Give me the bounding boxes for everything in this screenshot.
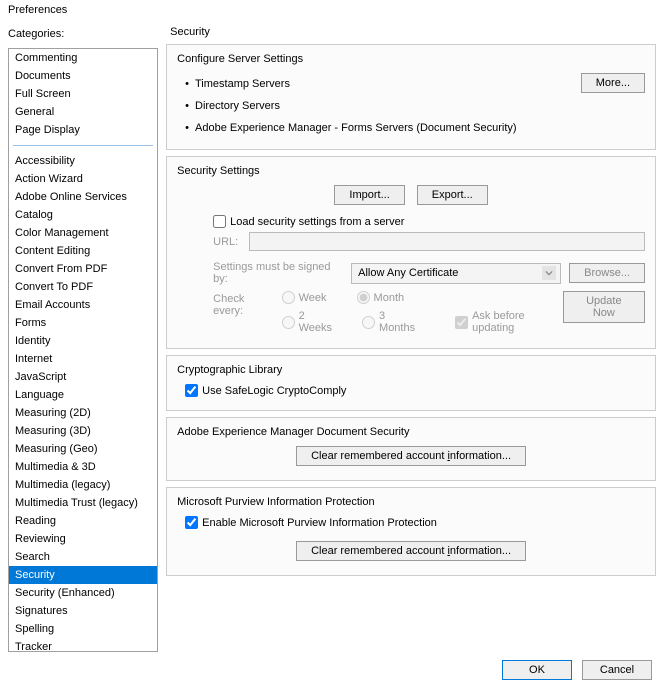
sidebar-item-measuring-3d-[interactable]: Measuring (3D) xyxy=(9,422,157,440)
sidebar-item-action-wizard[interactable]: Action Wizard xyxy=(9,170,157,188)
sidebar-item-commenting[interactable]: Commenting xyxy=(9,49,157,67)
sidebar-item-convert-to-pdf[interactable]: Convert To PDF xyxy=(9,278,157,296)
window-title: Preferences xyxy=(0,0,664,20)
sidebar-item-measuring-2d-[interactable]: Measuring (2D) xyxy=(9,404,157,422)
sidebar-item-email-accounts[interactable]: Email Accounts xyxy=(9,296,157,314)
sidebar-separator xyxy=(13,145,153,146)
import-button[interactable]: Import... xyxy=(334,185,404,205)
panel-title: Security xyxy=(170,26,656,38)
ask-before-checkbox: Ask before updating xyxy=(455,310,547,334)
signed-by-select: Allow Any Certificate xyxy=(351,263,561,284)
dialog-footer: OK Cancel xyxy=(0,652,664,688)
signed-by-value: Allow Any Certificate xyxy=(358,267,458,279)
load-from-server-label: Load security settings from a server xyxy=(230,216,404,228)
sidebar-item-full-screen[interactable]: Full Screen xyxy=(9,85,157,103)
server-item-timestamp: •Timestamp Servers xyxy=(177,73,645,95)
radio-month: Month xyxy=(357,291,405,304)
categories-label: Categories: xyxy=(8,24,158,44)
url-label: URL: xyxy=(213,236,241,248)
sidebar-item-page-display[interactable]: Page Display xyxy=(9,121,157,139)
categories-list[interactable]: CommentingDocumentsFull ScreenGeneralPag… xyxy=(8,48,158,652)
signed-by-label: Settings must be signed by: xyxy=(213,261,343,285)
sidebar-item-color-management[interactable]: Color Management xyxy=(9,224,157,242)
sidebar-item-spelling[interactable]: Spelling xyxy=(9,620,157,638)
load-from-server-input[interactable] xyxy=(213,215,226,228)
safelogic-input[interactable] xyxy=(185,384,198,397)
sidebar-item-accessibility[interactable]: Accessibility xyxy=(9,152,157,170)
radio-3months-input xyxy=(362,316,375,329)
group-crypto-title: Cryptographic Library xyxy=(177,364,645,376)
sidebar-item-catalog[interactable]: Catalog xyxy=(9,206,157,224)
sidebar-item-forms[interactable]: Forms xyxy=(9,314,157,332)
group-security-settings: Security Settings Import... Export... Lo… xyxy=(166,156,656,349)
sidebar-item-multimedia-3d[interactable]: Multimedia & 3D xyxy=(9,458,157,476)
server-item-label: Directory Servers xyxy=(195,100,280,112)
update-now-button: Update Now xyxy=(563,291,645,323)
group-aem: Adobe Experience Manager Document Securi… xyxy=(166,417,656,481)
sidebar-item-search[interactable]: Search xyxy=(9,548,157,566)
group-security-title: Security Settings xyxy=(177,165,645,177)
group-mpip: Microsoft Purview Information Protection… xyxy=(166,487,656,576)
sidebar-item-javascript[interactable]: JavaScript xyxy=(9,368,157,386)
group-aem-title: Adobe Experience Manager Document Securi… xyxy=(177,426,645,438)
sidebar-item-language[interactable]: Language xyxy=(9,386,157,404)
sidebar-item-reading[interactable]: Reading xyxy=(9,512,157,530)
sidebar-item-documents[interactable]: Documents xyxy=(9,67,157,85)
sidebar: Categories: CommentingDocumentsFull Scre… xyxy=(8,24,158,652)
clear-account-aem-button[interactable]: Clear remembered account information... xyxy=(296,446,526,466)
mpip-enable-label: Enable Microsoft Purview Information Pro… xyxy=(202,517,437,529)
group-server-settings: Configure Server Settings More... •Times… xyxy=(166,44,656,150)
sidebar-item-measuring-geo-[interactable]: Measuring (Geo) xyxy=(9,440,157,458)
browse-button: Browse... xyxy=(569,263,645,283)
radio-2weeks-input xyxy=(282,316,295,329)
ok-button[interactable]: OK xyxy=(502,660,572,680)
sidebar-item-convert-from-pdf[interactable]: Convert From PDF xyxy=(9,260,157,278)
check-every-label: Check every: xyxy=(213,291,273,317)
clear-account-mpip-button[interactable]: Clear remembered account information... xyxy=(296,541,526,561)
sidebar-item-multimedia-legacy-[interactable]: Multimedia (legacy) xyxy=(9,476,157,494)
sidebar-item-multimedia-trust-legacy-[interactable]: Multimedia Trust (legacy) xyxy=(9,494,157,512)
sidebar-item-signatures[interactable]: Signatures xyxy=(9,602,157,620)
load-from-server-checkbox[interactable]: Load security settings from a server xyxy=(213,215,404,228)
mpip-enable-input[interactable] xyxy=(185,516,198,529)
cancel-button[interactable]: Cancel xyxy=(582,660,652,680)
security-panel: Security Configure Server Settings More.… xyxy=(166,24,656,652)
ask-before-input xyxy=(455,316,468,329)
server-item-label: Timestamp Servers xyxy=(195,78,290,90)
sidebar-item-security-enhanced-[interactable]: Security (Enhanced) xyxy=(9,584,157,602)
sidebar-item-content-editing[interactable]: Content Editing xyxy=(9,242,157,260)
sidebar-item-identity[interactable]: Identity xyxy=(9,332,157,350)
more-button[interactable]: More... xyxy=(581,73,645,93)
server-item-aem-forms: •Adobe Experience Manager - Forms Server… xyxy=(177,117,645,139)
safelogic-label: Use SafeLogic CryptoComply xyxy=(202,385,346,397)
group-crypto: Cryptographic Library Use SafeLogic Cryp… xyxy=(166,355,656,411)
radio-week-input xyxy=(282,291,295,304)
sidebar-item-internet[interactable]: Internet xyxy=(9,350,157,368)
server-item-label: Adobe Experience Manager - Forms Servers… xyxy=(195,122,517,134)
mpip-enable-checkbox[interactable]: Enable Microsoft Purview Information Pro… xyxy=(185,516,437,529)
export-button[interactable]: Export... xyxy=(417,185,488,205)
sidebar-item-reviewing[interactable]: Reviewing xyxy=(9,530,157,548)
radio-week: Week xyxy=(282,291,327,304)
sidebar-item-general[interactable]: General xyxy=(9,103,157,121)
group-server-title: Configure Server Settings xyxy=(177,53,645,65)
radio-3months: 3 Months xyxy=(362,310,415,334)
safelogic-checkbox[interactable]: Use SafeLogic CryptoComply xyxy=(185,384,346,397)
group-mpip-title: Microsoft Purview Information Protection xyxy=(177,496,645,508)
url-input xyxy=(249,232,645,251)
sidebar-item-adobe-online-services[interactable]: Adobe Online Services xyxy=(9,188,157,206)
radio-month-input xyxy=(357,291,370,304)
sidebar-item-tracker[interactable]: Tracker xyxy=(9,638,157,652)
chevron-down-icon xyxy=(542,266,556,280)
sidebar-item-security[interactable]: Security xyxy=(9,566,157,584)
server-item-directory: •Directory Servers xyxy=(177,95,645,117)
radio-2weeks: 2 Weeks xyxy=(282,310,332,334)
